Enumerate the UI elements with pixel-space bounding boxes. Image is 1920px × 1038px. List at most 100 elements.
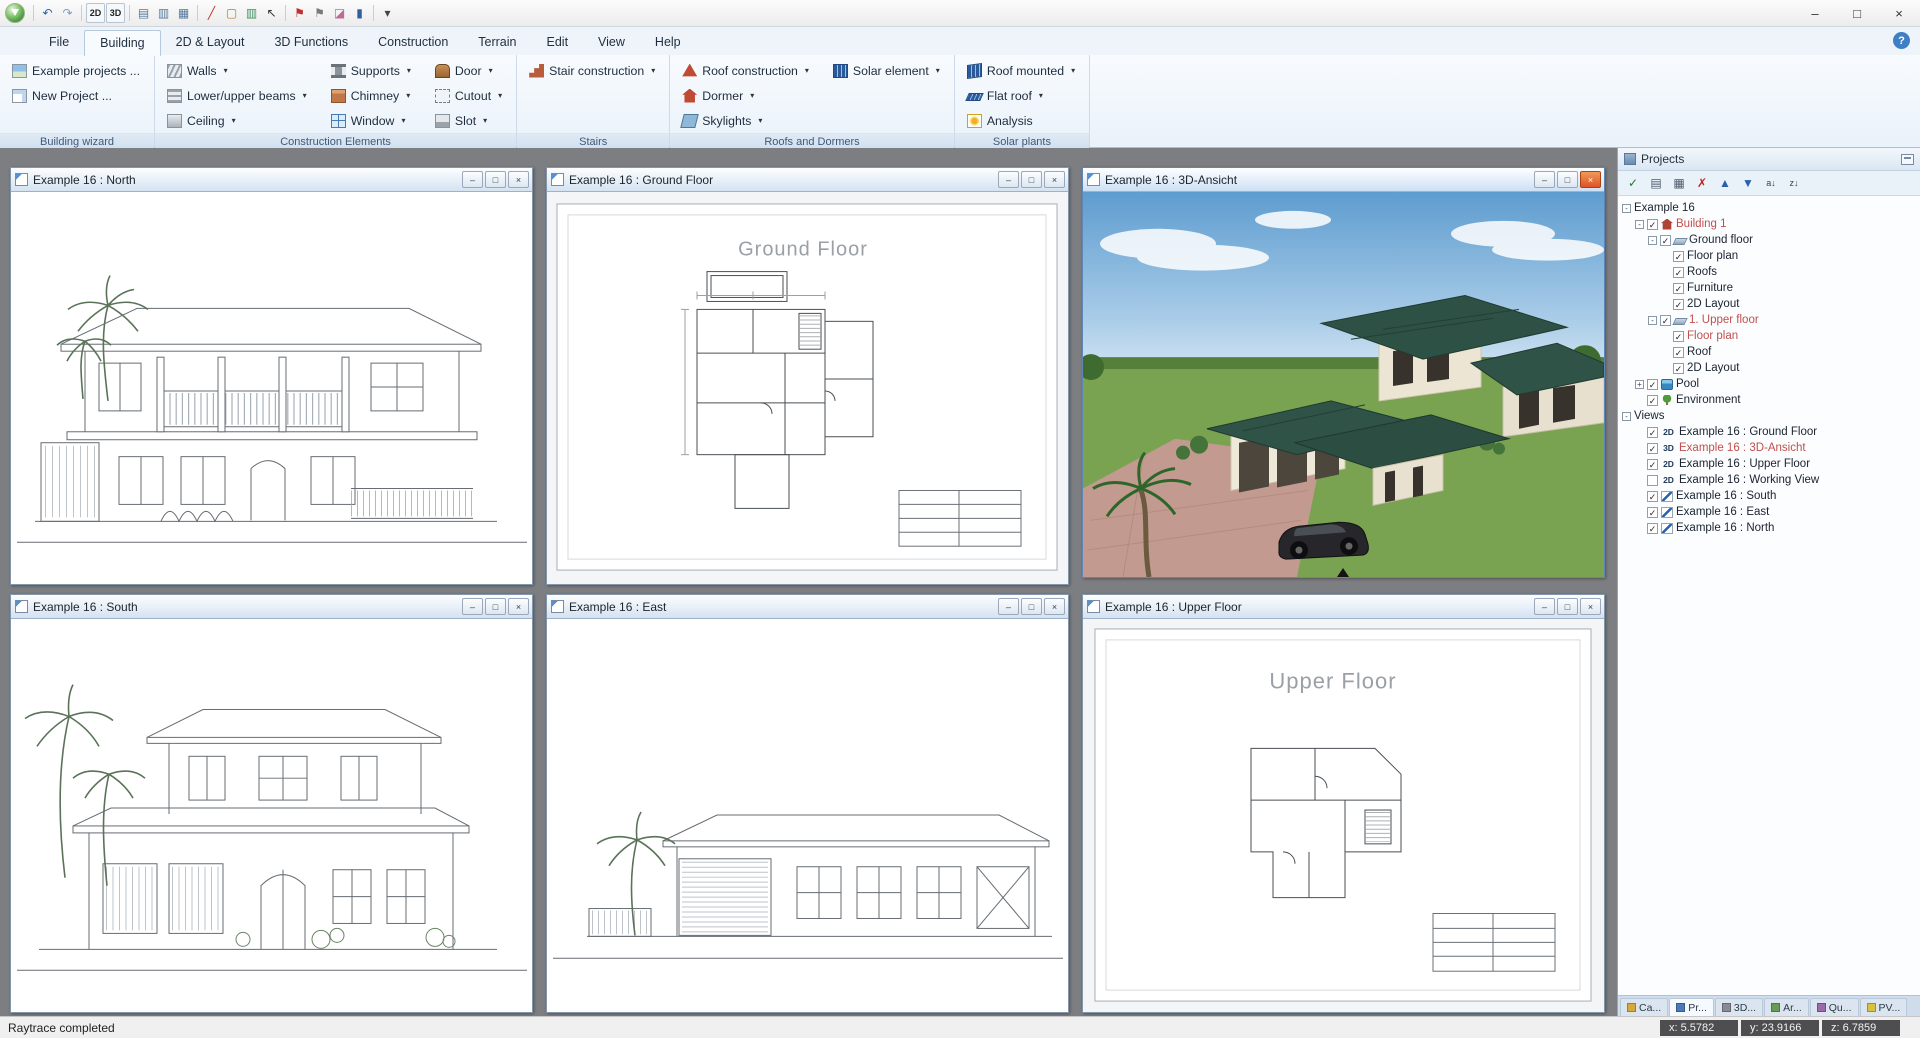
- window-minimize-button[interactable]: –: [1534, 598, 1555, 615]
- tab-file[interactable]: File: [34, 30, 84, 55]
- pointer-icon[interactable]: ↖: [262, 3, 281, 23]
- window-minimize-button[interactable]: –: [998, 598, 1019, 615]
- dropdown-arrow-icon[interactable]: ▾: [407, 66, 411, 75]
- ribbon-item-skylights[interactable]: Skylights▾: [680, 113, 811, 129]
- projects-tree[interactable]: -Example 16-✓Building 1-✓Ground floor✓Fl…: [1618, 196, 1920, 995]
- catalog-icon[interactable]: ▮: [350, 3, 369, 23]
- ribbon-item-analysis[interactable]: Analysis: [965, 113, 1077, 129]
- tree-item-example-16-3d-ansicht[interactable]: ✓3DExample 16 : 3D-Ansicht: [1618, 440, 1920, 456]
- window-maximize-button[interactable]: □: [485, 598, 506, 615]
- tree-item-environment[interactable]: ✓Environment: [1618, 392, 1920, 408]
- tree-item-roofs[interactable]: ✓Roofs: [1618, 264, 1920, 280]
- dropdown-arrow-icon[interactable]: ▾: [303, 91, 307, 100]
- collapse-icon[interactable]: -: [1622, 412, 1631, 421]
- ribbon-item-door[interactable]: Door▾: [433, 63, 504, 79]
- tree-checkbox[interactable]: ✓: [1673, 251, 1684, 262]
- flag-icon[interactable]: ⚑: [290, 3, 309, 23]
- window-maximize-button[interactable]: □: [485, 171, 506, 188]
- window-maximize-button[interactable]: □: [1557, 171, 1578, 188]
- sort-asc-icon[interactable]: a↓: [1761, 174, 1781, 193]
- ribbon-item-supports[interactable]: Supports▾: [329, 63, 413, 79]
- tree-checkbox[interactable]: ✓: [1647, 427, 1658, 438]
- tree-item-ground-floor[interactable]: -✓Ground floor: [1618, 232, 1920, 248]
- window-titlebar[interactable]: Example 16 : Upper Floor – □ ×: [1083, 595, 1604, 619]
- tree-checkbox[interactable]: ✓: [1660, 315, 1671, 326]
- collapse-icon[interactable]: -: [1635, 220, 1644, 229]
- collapse-icon[interactable]: -: [1648, 316, 1657, 325]
- window-minimize-button[interactable]: –: [462, 598, 483, 615]
- window-close-button[interactable]: ×: [508, 171, 529, 188]
- window-titlebar[interactable]: Example 16 : North – □ ×: [11, 168, 532, 192]
- panel-tab-qu[interactable]: Qu...: [1810, 998, 1859, 1016]
- window-maximize-button[interactable]: □: [1557, 598, 1578, 615]
- window-close-button[interactable]: ×: [1580, 598, 1601, 615]
- tree-checkbox[interactable]: ✓: [1673, 363, 1684, 374]
- tree-item-example-16-ground-floor[interactable]: ✓2DExample 16 : Ground Floor: [1618, 424, 1920, 440]
- properties-icon[interactable]: ▤: [1646, 174, 1666, 193]
- tree-checkbox[interactable]: ✓: [1673, 331, 1684, 342]
- ribbon-item-flat-roof[interactable]: Flat roof▾: [965, 88, 1077, 104]
- tree-checkbox[interactable]: ✓: [1647, 491, 1658, 502]
- ribbon-item-ceiling[interactable]: Ceiling▾: [165, 113, 309, 129]
- east-elevation-viewport[interactable]: [547, 619, 1068, 1012]
- dropdown-arrow-icon[interactable]: ▾: [805, 66, 809, 75]
- tree-item-example-16-north[interactable]: ✓Example 16 : North: [1618, 520, 1920, 536]
- dropdown-arrow-icon[interactable]: ▾: [936, 66, 940, 75]
- ribbon-item-stair-construction[interactable]: Stair construction▾: [527, 63, 657, 79]
- undo-icon[interactable]: ↶: [38, 3, 57, 23]
- tree-checkbox[interactable]: ✓: [1673, 283, 1684, 294]
- ribbon-item-window[interactable]: Window▾: [329, 113, 413, 129]
- window-close-button[interactable]: ×: [1580, 171, 1601, 188]
- redline-icon[interactable]: ╱: [202, 3, 221, 23]
- dropdown-arrow-icon[interactable]: ▾: [232, 116, 236, 125]
- tab-help[interactable]: Help: [640, 30, 696, 55]
- move-down-icon[interactable]: ▼: [1738, 174, 1758, 193]
- upper-floor-plan-viewport[interactable]: Upper Floor: [1083, 619, 1604, 1012]
- tree-checkbox[interactable]: ✓: [1660, 235, 1671, 246]
- ribbon-item-cutout[interactable]: Cutout▾: [433, 88, 504, 104]
- collapse-icon[interactable]: -: [1648, 236, 1657, 245]
- dropdown-arrow-icon[interactable]: ▾: [489, 66, 493, 75]
- flag-checked-icon[interactable]: ⚑: [310, 3, 329, 23]
- mdi-area[interactable]: Example 16 : North – □ ×: [0, 148, 1617, 1016]
- tree-item-1-upper-floor[interactable]: -✓1. Upper floor: [1618, 312, 1920, 328]
- tree-item-roof[interactable]: ✓Roof: [1618, 344, 1920, 360]
- window-titlebar[interactable]: Example 16 : South – □ ×: [11, 595, 532, 619]
- dropdown-arrow-icon[interactable]: ▾: [1039, 91, 1043, 100]
- tree-checkbox[interactable]: ✓: [1647, 379, 1658, 390]
- window-close-button[interactable]: ×: [1044, 598, 1065, 615]
- tab-view[interactable]: View: [583, 30, 640, 55]
- ribbon-item-new-project[interactable]: New Project ...: [10, 88, 142, 104]
- ribbon-item-walls[interactable]: Walls▾: [165, 63, 309, 79]
- tree-checkbox[interactable]: ✓: [1673, 267, 1684, 278]
- panel-tab-3d[interactable]: 3D...: [1715, 998, 1763, 1016]
- ribbon-item-slot[interactable]: Slot▾: [433, 113, 504, 129]
- ribbon-item-roof-mounted[interactable]: Roof mounted▾: [965, 63, 1077, 79]
- render-3d-viewport[interactable]: [1083, 192, 1604, 577]
- grid-icon[interactable]: ▦: [174, 3, 193, 23]
- window-maximize-button[interactable]: □: [1021, 171, 1042, 188]
- window-titlebar[interactable]: Example 16 : East – □ ×: [547, 595, 1068, 619]
- window-titlebar[interactable]: Example 16 : 3D-Ansicht – □ ×: [1083, 168, 1604, 192]
- move-up-icon[interactable]: ▲: [1715, 174, 1735, 193]
- delete-icon[interactable]: ✗: [1692, 174, 1712, 193]
- select-element-icon[interactable]: ▢: [222, 3, 241, 23]
- panel-tab-pv[interactable]: PV...: [1860, 998, 1908, 1016]
- window-close-button[interactable]: ×: [1044, 171, 1065, 188]
- tree-item-example-16-working-view[interactable]: 2DExample 16 : Working View: [1618, 472, 1920, 488]
- tab-construction[interactable]: Construction: [363, 30, 463, 55]
- tab-terrain[interactable]: Terrain: [463, 30, 531, 55]
- ribbon-item-dormer[interactable]: Dormer▾: [680, 88, 811, 104]
- tree-item-floor-plan[interactable]: ✓Floor plan: [1618, 328, 1920, 344]
- dropdown-arrow-icon[interactable]: ▾: [1071, 66, 1075, 75]
- tree-item-views[interactable]: -Views: [1618, 408, 1920, 424]
- panel-tab-ar[interactable]: Ar...: [1764, 998, 1809, 1016]
- app-minimize-button[interactable]: –: [1794, 0, 1836, 26]
- save-view-icon[interactable]: ▦: [1669, 174, 1689, 193]
- sort-desc-icon[interactable]: z↓: [1784, 174, 1804, 193]
- tree-item-building-1[interactable]: -✓Building 1: [1618, 216, 1920, 232]
- app-close-button[interactable]: ×: [1878, 0, 1920, 26]
- tree-item-floor-plan[interactable]: ✓Floor plan: [1618, 248, 1920, 264]
- tree-item-2d-layout[interactable]: ✓2D Layout: [1618, 360, 1920, 376]
- dropdown-arrow-icon[interactable]: ▾: [401, 116, 405, 125]
